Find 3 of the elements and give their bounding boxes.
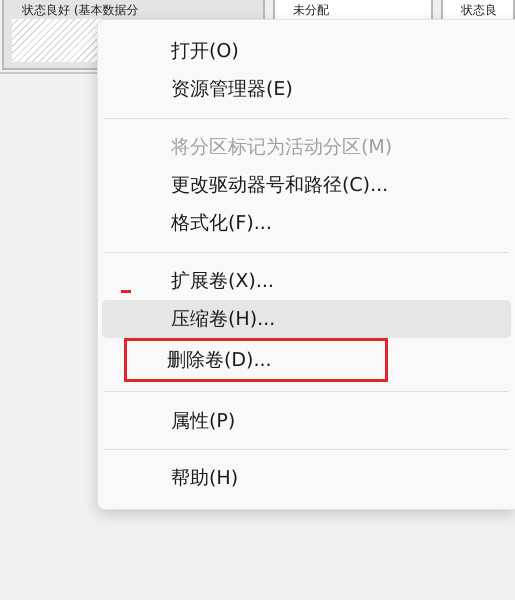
- partition-status: 未分配: [292, 2, 330, 17]
- partition-status: 状态良: [460, 2, 498, 17]
- partition-status: 状态良好 (基本数据分: [21, 2, 140, 17]
